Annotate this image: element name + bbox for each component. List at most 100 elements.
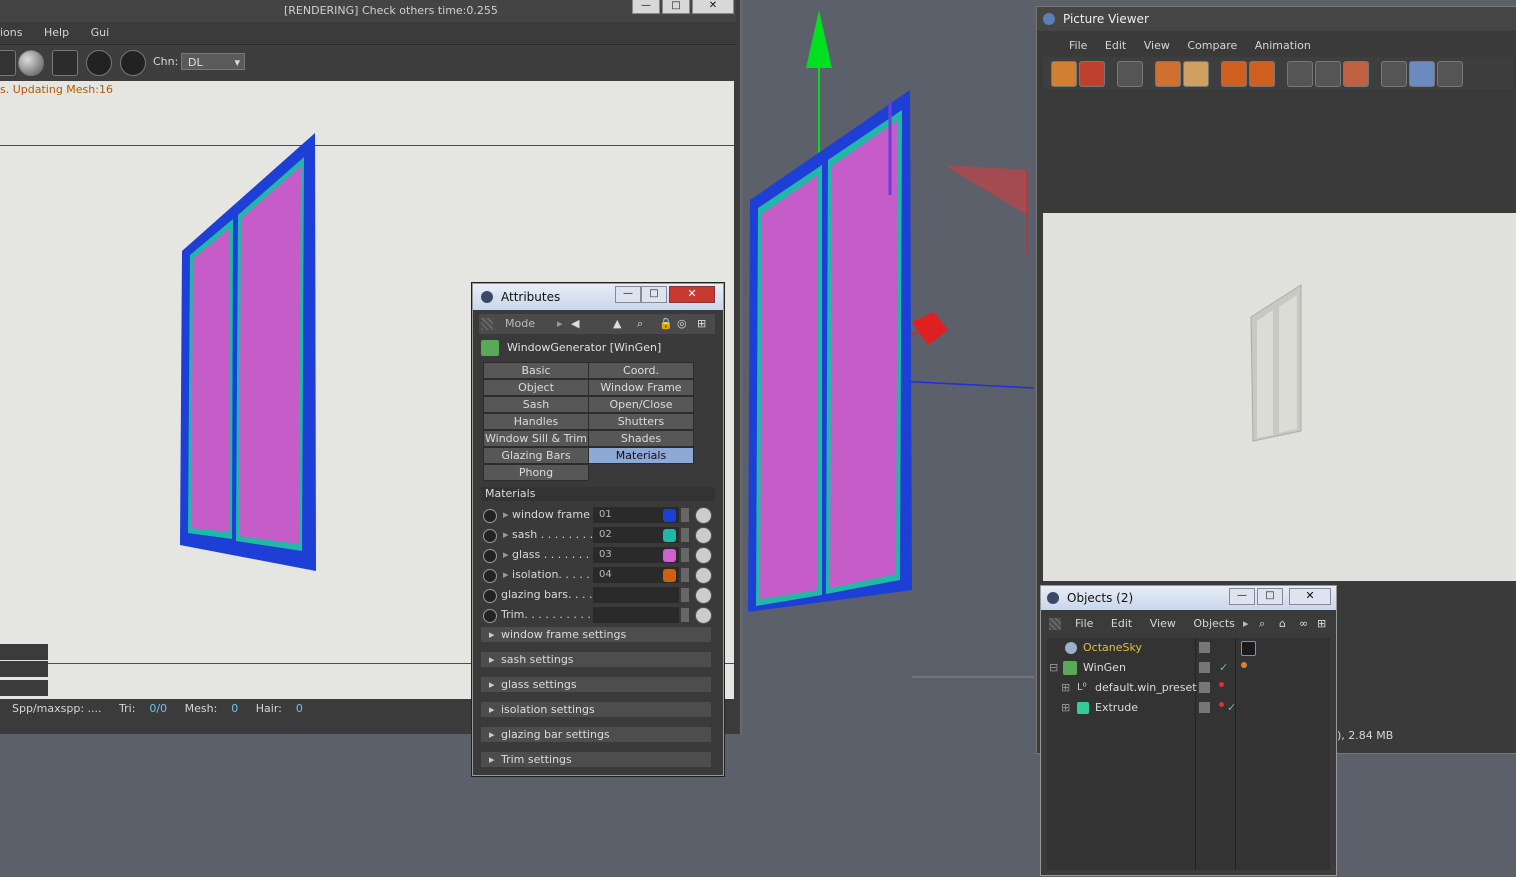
group-trim-settings[interactable]: ▸ Trim settings: [481, 752, 711, 767]
stack-icon[interactable]: [1221, 61, 1247, 87]
tab-window-sill-trim[interactable]: Window Sill & Trim: [483, 430, 589, 447]
compare-b-icon[interactable]: [1315, 61, 1341, 87]
group-glazing-bar-settings[interactable]: ▸ glazing bar settings: [481, 727, 711, 742]
animate-radio[interactable]: [483, 569, 497, 583]
chevron-right-icon[interactable]: [681, 568, 689, 582]
b-marker-icon[interactable]: [1489, 61, 1511, 87]
ob-menu-edit[interactable]: Edit: [1111, 617, 1132, 630]
tab-sash[interactable]: Sash: [483, 396, 589, 413]
chevron-right-icon[interactable]: [681, 508, 689, 522]
picker-icon[interactable]: [695, 587, 712, 604]
tab-phong[interactable]: Phong: [483, 464, 589, 481]
ob-menu-objects[interactable]: Objects: [1193, 617, 1235, 630]
ob-menu-file[interactable]: File: [1075, 617, 1093, 630]
new-panel-icon[interactable]: ⊞: [697, 314, 706, 334]
minimize-icon[interactable]: —: [632, 0, 660, 14]
swap-icon[interactable]: [1343, 61, 1369, 87]
pv-menu-file[interactable]: File: [1069, 39, 1087, 52]
region-icon[interactable]: [52, 50, 78, 76]
animate-radio[interactable]: [483, 549, 497, 563]
maximize-icon[interactable]: □: [1257, 588, 1283, 605]
maximize-icon[interactable]: □: [641, 286, 667, 303]
group-isolation-settings[interactable]: ▸ isolation settings: [481, 702, 711, 717]
octane-tag-icon[interactable]: [1241, 641, 1256, 656]
minimize-icon[interactable]: —: [615, 286, 641, 303]
check-icon[interactable]: ✓: [1227, 698, 1236, 718]
pv-menu-animation[interactable]: Animation: [1255, 39, 1311, 52]
open-icon[interactable]: [1051, 61, 1077, 87]
tab-shades[interactable]: Shades: [588, 430, 694, 447]
menu-item-ions[interactable]: ions: [0, 22, 23, 44]
pv-menu-compare[interactable]: Compare: [1187, 39, 1237, 52]
user-icon[interactable]: [1183, 61, 1209, 87]
object-row-wingen[interactable]: ⊟ WinGen ✓: [1047, 658, 1330, 678]
tag-icon[interactable]: [1241, 662, 1247, 668]
tab-handles[interactable]: Handles: [483, 413, 589, 430]
maximize-icon[interactable]: □: [662, 0, 690, 14]
tab-object[interactable]: Object: [483, 379, 589, 396]
animate-radio[interactable]: [483, 529, 497, 543]
picker-icon[interactable]: [695, 567, 712, 584]
picker-icon[interactable]: [695, 547, 712, 564]
chevron-right-icon[interactable]: [681, 608, 689, 622]
group-glass-settings[interactable]: ▸ glass settings: [481, 677, 711, 692]
ab-split-icon[interactable]: [1409, 61, 1435, 87]
link-icon[interactable]: ∞: [1299, 614, 1308, 634]
check-icon[interactable]: ✓: [1219, 658, 1228, 678]
grid-icon[interactable]: [1117, 61, 1143, 87]
compare-a-icon[interactable]: [1287, 61, 1313, 87]
channel-select[interactable]: DL ▾: [181, 53, 245, 70]
picker-icon[interactable]: [695, 527, 712, 544]
picker-icon[interactable]: [695, 507, 712, 524]
object-row-octanesky[interactable]: OctaneSky: [1047, 638, 1330, 658]
tab-shutters[interactable]: Shutters: [588, 413, 694, 430]
animate-radio[interactable]: [483, 609, 497, 623]
focus-pin-icon[interactable]: [86, 50, 112, 76]
mode-menu[interactable]: Mode: [505, 314, 535, 334]
animate-radio[interactable]: [483, 589, 497, 603]
back-arrow-icon[interactable]: ◀: [571, 314, 579, 334]
material-link-field[interactable]: [593, 607, 679, 623]
layer-icon[interactable]: [1199, 642, 1210, 653]
menu-item-help[interactable]: Help: [44, 22, 69, 44]
pv-menu-edit[interactable]: Edit: [1105, 39, 1126, 52]
lock-icon[interactable]: 🔒: [659, 314, 673, 334]
object-row-extrude[interactable]: ⊞ Extrude ✓: [1047, 698, 1330, 718]
visibility-dot-icon[interactable]: [1219, 682, 1224, 687]
tab-materials[interactable]: Materials: [588, 447, 694, 464]
render-region-icon[interactable]: [1155, 61, 1181, 87]
tab-glazing-bars[interactable]: Glazing Bars: [483, 447, 589, 464]
layer-icon[interactable]: [1199, 702, 1210, 713]
object-row-default-win-preset[interactable]: ⊞ L⁰ default.win_preset: [1047, 678, 1330, 698]
chevron-right-icon[interactable]: [681, 588, 689, 602]
layer-icon[interactable]: [1199, 662, 1210, 673]
close-icon[interactable]: ✕: [669, 286, 715, 303]
save-icon[interactable]: [1079, 61, 1105, 87]
chevron-right-icon[interactable]: [681, 548, 689, 562]
new-panel-icon[interactable]: ⊞: [1317, 614, 1326, 634]
material-pin-icon[interactable]: [120, 50, 146, 76]
pv-menu-view[interactable]: View: [1144, 39, 1170, 52]
tab-window-frame[interactable]: Window Frame: [588, 379, 694, 396]
material-sphere-icon[interactable]: [18, 50, 44, 76]
expand-icon[interactable]: ⊞: [1061, 678, 1070, 698]
search-icon[interactable]: ⌕: [1259, 614, 1265, 634]
menu-item-gui[interactable]: Gui: [91, 22, 110, 44]
animate-radio[interactable]: [483, 509, 497, 523]
up-arrow-icon[interactable]: ▲: [613, 314, 621, 334]
close-icon[interactable]: ✕: [1289, 588, 1331, 605]
tab-open-close[interactable]: Open/Close: [588, 396, 694, 413]
visibility-dot-icon[interactable]: [1219, 702, 1224, 707]
tab-basic[interactable]: Basic: [483, 362, 589, 379]
3d-viewport[interactable]: [742, 0, 1035, 874]
close-icon[interactable]: ✕: [692, 0, 734, 14]
group-sash-settings[interactable]: ▸ sash settings: [481, 652, 711, 667]
search-icon[interactable]: ⌕: [637, 314, 643, 334]
collapse-icon[interactable]: ⊟: [1049, 658, 1058, 678]
home-icon[interactable]: ⌂: [1279, 614, 1286, 634]
tab-coord[interactable]: Coord.: [588, 362, 694, 379]
ab-text-icon[interactable]: [1437, 61, 1463, 87]
chevron-right-icon[interactable]: [681, 528, 689, 542]
picker-icon[interactable]: [695, 607, 712, 624]
stack-alt-icon[interactable]: [1249, 61, 1275, 87]
